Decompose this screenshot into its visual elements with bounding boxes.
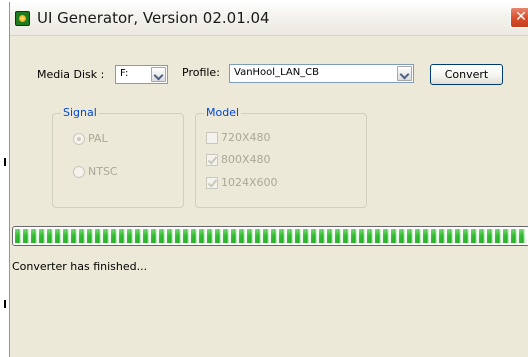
model-720x480-label: 720X480 — [221, 131, 271, 144]
close-icon: ✕ — [515, 9, 527, 25]
progress-fill — [15, 229, 527, 243]
signal-pal-radio[interactable] — [73, 133, 85, 145]
media-disk-select[interactable]: F: — [115, 65, 168, 84]
title-bar[interactable]: UI Generator, Version 02.01.04 ✕ — [10, 2, 528, 36]
media-disk-label: Media Disk : — [37, 68, 105, 81]
model-800x480-checkbox[interactable] — [206, 154, 218, 166]
profile-value: VanHool_LAN_CB — [234, 67, 320, 78]
model-720x480-checkbox[interactable] — [206, 132, 218, 144]
model-1024x600-label: 1024X600 — [221, 176, 278, 189]
progress-bar — [12, 226, 528, 246]
model-group-title: Model — [204, 106, 242, 119]
convert-button[interactable]: Convert — [430, 64, 503, 85]
status-text: Converter has finished... — [12, 260, 148, 273]
window-title: UI Generator, Version 02.01.04 — [37, 9, 270, 27]
signal-ntsc-label: NTSC — [88, 165, 118, 178]
chevron-down-icon[interactable] — [151, 67, 166, 82]
model-1024x600-checkbox[interactable] — [206, 177, 218, 189]
main-window: UI Generator, Version 02.01.04 ✕ Media D… — [9, 2, 528, 357]
profile-select[interactable]: VanHool_LAN_CB — [229, 64, 414, 83]
media-disk-value: F: — [120, 68, 129, 79]
app-icon — [15, 11, 30, 26]
signal-group: Signal — [52, 106, 184, 208]
chevron-down-icon[interactable] — [397, 66, 412, 81]
signal-pal-label: PAL — [88, 132, 108, 145]
close-button[interactable]: ✕ — [510, 7, 528, 28]
edge-mark — [4, 158, 6, 166]
model-800x480-label: 800X480 — [221, 153, 271, 166]
profile-label: Profile: — [182, 66, 220, 79]
edge-mark — [4, 300, 6, 308]
signal-ntsc-radio[interactable] — [73, 166, 85, 178]
signal-group-title: Signal — [61, 106, 99, 119]
